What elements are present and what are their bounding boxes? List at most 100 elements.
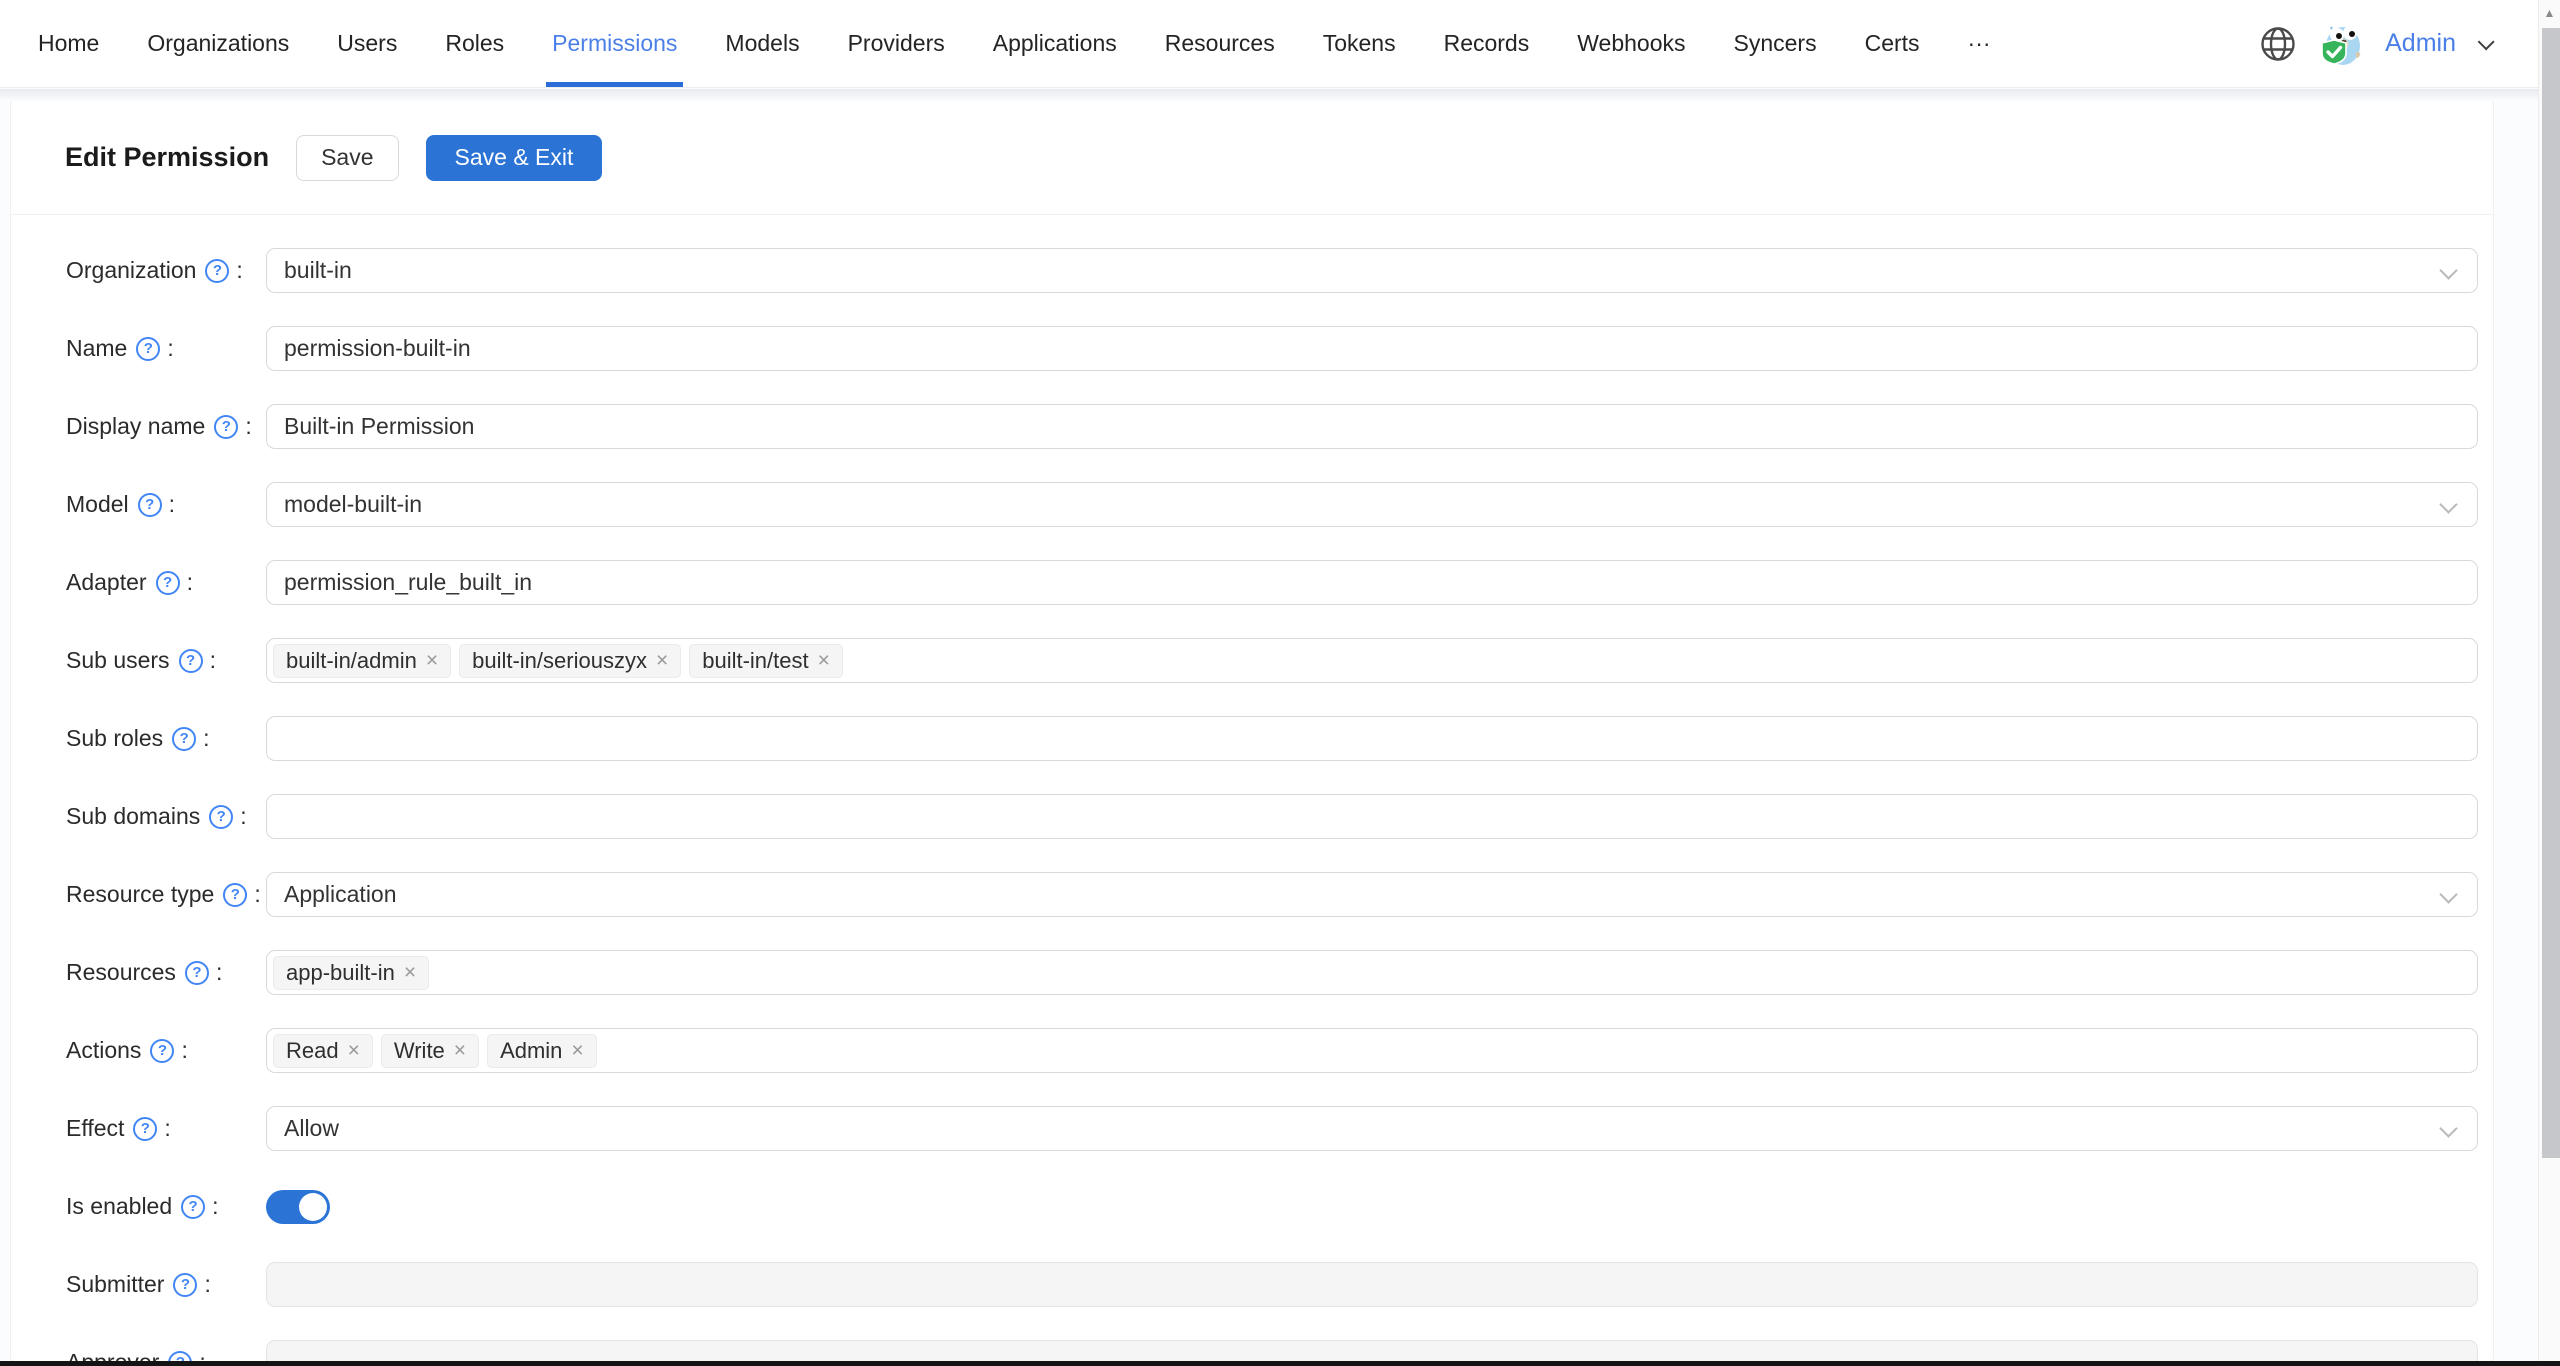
resource-type-select[interactable]: Application [266,872,2478,917]
label-colon: : [164,1115,170,1142]
sub-domains-field [266,794,2478,839]
user-avatar[interactable] [2319,22,2363,66]
remove-tag-icon[interactable]: × [656,650,668,671]
help-icon[interactable]: ? [205,259,229,283]
approver-field [266,1340,2478,1362]
actions-multiselect[interactable]: Read×Write×Admin× [266,1028,2478,1073]
tag-label: Write [394,1038,445,1064]
sub-domains-multiselect[interactable] [266,794,2478,839]
label-colon: : [210,647,216,674]
organization-label: Organization?: [66,257,266,284]
name-label: Name?: [66,335,266,362]
sub-users-multiselect[interactable]: built-in/admin×built-in/seriouszyx×built… [266,638,2478,683]
nav-item-applications[interactable]: Applications [969,0,1141,87]
adapter-input[interactable]: permission_rule_built_in [266,560,2478,605]
nav-item-resources[interactable]: Resources [1141,0,1299,87]
remove-tag-icon[interactable]: × [404,962,416,983]
remove-tag-icon[interactable]: × [818,650,830,671]
adapter-value: permission_rule_built_in [284,569,532,596]
label-colon: : [245,413,251,440]
display-name-label-text: Display name [66,413,205,440]
scrollbar-thumb[interactable] [2542,28,2560,1158]
nav-item-certs[interactable]: Certs [1841,0,1944,87]
remove-tag-icon[interactable]: × [426,650,438,671]
label-colon: : [181,1037,187,1064]
nav-item-providers[interactable]: Providers [824,0,969,87]
scroll-up-arrow-icon[interactable]: ▲ [2539,0,2560,26]
help-icon[interactable]: ? [209,805,233,829]
help-icon[interactable]: ? [223,883,247,907]
help-icon[interactable]: ? [181,1195,205,1219]
organization-select[interactable]: built-in [266,248,2478,293]
help-icon[interactable]: ? [138,493,162,517]
form-row-sub-users: Sub users?:built-in/admin×built-in/serio… [11,638,2493,683]
user-menu-label[interactable]: Admin [2385,29,2456,58]
form-row-is-enabled: Is enabled?: [11,1184,2493,1229]
resources-field: app-built-in× [266,950,2478,995]
remove-tag-icon[interactable]: × [348,1040,360,1061]
nav-item-roles[interactable]: Roles [421,0,528,87]
nav-item-syncers[interactable]: Syncers [1710,0,1841,87]
tag-label: built-in/test [702,648,808,674]
actions-tag: Read × [273,1034,373,1068]
tag-label: built-in/seriouszyx [472,648,647,674]
nav-item-home[interactable]: Home [14,0,123,87]
help-icon[interactable]: ? [150,1039,174,1063]
chevron-down-icon [2439,495,2457,513]
form-row-resource-type: Resource type?: Application [11,872,2493,917]
label-colon: : [212,1193,218,1220]
label-colon: : [240,803,246,830]
help-icon[interactable]: ? [136,337,160,361]
help-icon[interactable]: ? [185,961,209,985]
nav-item-models[interactable]: Models [701,0,823,87]
remove-tag-icon[interactable]: × [571,1040,583,1061]
nav-item-more[interactable]: ··· [1944,0,2015,87]
tag-label: built-in/admin [286,648,417,674]
label-colon: : [203,725,209,752]
display-name-field: Built-in Permission [266,404,2478,449]
model-value: model-built-in [284,491,422,518]
resource-type-value: Application [284,881,397,908]
label-colon: : [187,569,193,596]
chevron-down-icon [2439,1119,2457,1137]
organization-field: built-in [266,248,2478,293]
nav-item-permissions[interactable]: Permissions [528,0,701,87]
sub-roles-multiselect[interactable] [266,716,2478,761]
effect-select[interactable]: Allow [266,1106,2478,1151]
name-input[interactable]: permission-built-in [266,326,2478,371]
save-and-exit-button[interactable]: Save & Exit [426,135,603,181]
is-enabled-toggle[interactable] [266,1190,330,1224]
model-field: model-built-in [266,482,2478,527]
model-select[interactable]: model-built-in [266,482,2478,527]
help-icon[interactable]: ? [133,1117,157,1141]
help-icon[interactable]: ? [172,727,196,751]
submitter-input [266,1262,2478,1307]
form-row-sub-roles: Sub roles?: [11,716,2493,761]
resource-type-label-text: Resource type [66,881,214,908]
submitter-label-text: Submitter [66,1271,164,1298]
scrollbar[interactable]: ▲ [2538,0,2560,1366]
sub-users-field: built-in/admin×built-in/seriouszyx×built… [266,638,2478,683]
nav-item-tokens[interactable]: Tokens [1299,0,1420,87]
help-icon[interactable]: ? [214,415,238,439]
tag-label: Read [286,1038,339,1064]
label-colon: : [254,881,260,908]
nav-item-records[interactable]: Records [1420,0,1554,87]
display-name-input[interactable]: Built-in Permission [266,404,2478,449]
sub-users-tag: built-in/seriouszyx × [459,644,681,678]
nav-item-webhooks[interactable]: Webhooks [1553,0,1709,87]
help-icon[interactable]: ? [156,571,180,595]
remove-tag-icon[interactable]: × [454,1040,466,1061]
nav-item-organizations[interactable]: Organizations [123,0,313,87]
language-globe-icon[interactable] [2259,25,2297,63]
help-icon[interactable]: ? [179,649,203,673]
nav-item-users[interactable]: Users [313,0,421,87]
toggle-knob [299,1193,327,1221]
chevron-down-icon[interactable] [2478,33,2495,50]
save-button[interactable]: Save [296,135,398,181]
form-row-display-name: Display name?: Built-in Permission [11,404,2493,449]
is-enabled-label-text: Is enabled [66,1193,172,1220]
label-colon: : [167,335,173,362]
help-icon[interactable]: ? [173,1273,197,1297]
resources-multiselect[interactable]: app-built-in× [266,950,2478,995]
